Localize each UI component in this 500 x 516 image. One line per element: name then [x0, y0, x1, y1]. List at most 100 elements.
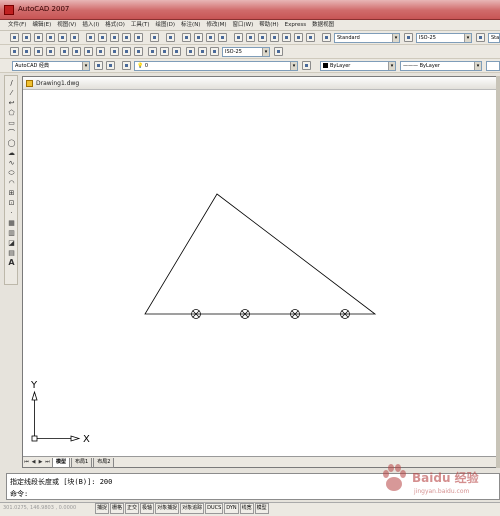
menu-edit[interactable]: 编辑(E) — [29, 20, 54, 31]
drawing-canvas[interactable]: Y X — [23, 90, 499, 454]
aligned-dim-icon[interactable] — [22, 47, 31, 56]
zoom-previous-icon[interactable] — [218, 33, 227, 42]
menu-window[interactable]: 窗口(W) — [230, 20, 257, 31]
center-mark-icon[interactable] — [172, 47, 181, 56]
radius-dim-icon[interactable] — [60, 47, 69, 56]
point-icon[interactable]: · — [7, 209, 16, 217]
leader-icon[interactable] — [148, 47, 157, 56]
cut-icon[interactable] — [86, 33, 95, 42]
spline-icon[interactable]: ∿ — [7, 159, 16, 167]
publish-icon[interactable] — [70, 33, 79, 42]
polar-toggle[interactable]: 极轴 — [140, 503, 155, 514]
tab-layout2[interactable]: 布局2 — [93, 458, 115, 468]
tab-model[interactable]: 模型 — [52, 458, 71, 468]
revision-cloud-icon[interactable]: ☁ — [7, 149, 16, 157]
new-file-icon[interactable] — [10, 33, 19, 42]
menu-express[interactable]: Express — [282, 20, 309, 31]
insert-block-icon[interactable]: ⊞ — [7, 189, 16, 197]
linetype-select[interactable]: ——— ByLayer ▾ — [400, 61, 482, 71]
menu-help[interactable]: 帮助(H) — [256, 20, 281, 31]
gradient-icon[interactable]: ▥ — [7, 229, 16, 237]
jogged-dim-icon[interactable] — [72, 47, 81, 56]
triangle-shape[interactable] — [144, 193, 377, 315]
save-icon[interactable] — [34, 33, 43, 42]
block-editor-icon[interactable] — [134, 33, 143, 42]
linear-dim-icon[interactable] — [10, 47, 19, 56]
polygon-icon[interactable]: ⬠ — [7, 109, 16, 117]
ellipse-icon[interactable]: ⬭ — [7, 169, 16, 177]
lineweight-select[interactable] — [486, 61, 500, 71]
design-center-icon[interactable] — [246, 33, 255, 42]
menu-format[interactable]: 格式(O) — [102, 20, 128, 31]
layer-select[interactable]: 💡 0 ▾ — [134, 61, 298, 71]
color-select[interactable]: ByLayer ▾ — [320, 61, 396, 71]
menu-modify[interactable]: 修改(M) — [203, 20, 229, 31]
quick-dim-icon[interactable] — [110, 47, 119, 56]
multiline-text-icon[interactable]: A — [7, 259, 16, 267]
table-icon[interactable]: ▤ — [7, 249, 16, 257]
menu-dimension[interactable]: 标注(N) — [178, 20, 203, 31]
lineweight-toggle[interactable]: 线宽 — [239, 503, 254, 514]
pan-icon[interactable] — [182, 33, 191, 42]
arc-icon[interactable]: ⌒ — [7, 129, 16, 137]
menu-data-view[interactable]: 数据视图 — [309, 20, 337, 31]
dimension-style-icon[interactable] — [274, 47, 283, 56]
last-tab-icon[interactable]: ⏭ — [44, 457, 51, 467]
osnap-toggle[interactable]: 对象捕捉 — [155, 503, 180, 514]
table-style-select[interactable]: Standard — [488, 33, 500, 43]
ordinate-dim-icon[interactable] — [46, 47, 55, 56]
dim-update-icon[interactable] — [210, 47, 219, 56]
dim-style-select-2[interactable]: ISO-25 ▾ — [222, 47, 270, 57]
ellipse-arc-icon[interactable]: ◠ — [7, 179, 16, 187]
snap-toggle[interactable]: 捕捉 — [95, 503, 110, 514]
text-style-select[interactable]: Standard ▾ — [334, 33, 400, 43]
layer-manager-icon[interactable] — [106, 61, 115, 70]
arc-length-icon[interactable] — [34, 47, 43, 56]
print-preview-icon[interactable] — [58, 33, 67, 42]
paste-icon[interactable] — [110, 33, 119, 42]
help-icon[interactable] — [306, 33, 315, 42]
model-toggle[interactable]: 模型 — [254, 503, 269, 514]
dim-text-edit-icon[interactable] — [198, 47, 207, 56]
undo-icon[interactable] — [150, 33, 159, 42]
region-icon[interactable]: ◪ — [7, 239, 16, 247]
diameter-dim-icon[interactable] — [84, 47, 93, 56]
prev-tab-icon[interactable]: ◀ — [30, 457, 37, 467]
tab-layout1[interactable]: 布局1 — [71, 458, 93, 468]
layer-state-icon[interactable] — [122, 61, 131, 70]
ortho-toggle[interactable]: 正交 — [125, 503, 140, 514]
menu-draw[interactable]: 绘图(D) — [153, 20, 179, 31]
open-file-icon[interactable] — [22, 33, 31, 42]
tolerance-icon[interactable] — [160, 47, 169, 56]
next-tab-icon[interactable]: ▶ — [37, 457, 44, 467]
dim-style-select[interactable]: ISO-25 ▾ — [416, 33, 472, 43]
menu-tools[interactable]: 工具(T) — [128, 20, 153, 31]
construction-line-icon[interactable]: ⁄ — [7, 89, 16, 97]
menu-file[interactable]: 文件(F) — [0, 20, 29, 31]
print-icon[interactable] — [46, 33, 55, 42]
dim-edit-icon[interactable] — [186, 47, 195, 56]
otrack-toggle[interactable]: 对象追踪 — [180, 503, 205, 514]
continue-dim-icon[interactable] — [134, 47, 143, 56]
make-block-icon[interactable]: ⊡ — [7, 199, 16, 207]
zoom-realtime-icon[interactable] — [194, 33, 203, 42]
match-properties-icon[interactable] — [122, 33, 131, 42]
workspace-select[interactable]: AutoCAD 经典 ▾ — [12, 61, 90, 71]
first-tab-icon[interactable]: ⏮ — [23, 457, 30, 467]
grid-toggle[interactable]: 栅格 — [110, 503, 125, 514]
zoom-window-icon[interactable] — [206, 33, 215, 42]
line-icon[interactable]: / — [7, 79, 16, 87]
menu-insert[interactable]: 插入(I) — [79, 20, 102, 31]
angular-dim-icon[interactable] — [96, 47, 105, 56]
sheet-set-icon[interactable] — [270, 33, 279, 42]
hatch-icon[interactable]: ▦ — [7, 219, 16, 227]
properties-icon[interactable] — [234, 33, 243, 42]
tool-palettes-icon[interactable] — [258, 33, 267, 42]
rectangle-icon[interactable]: ▭ — [7, 119, 16, 127]
quickcalc-icon[interactable] — [294, 33, 303, 42]
workspace-settings-icon[interactable] — [94, 61, 103, 70]
dyn-toggle[interactable]: DYN — [224, 503, 239, 514]
circle-icon[interactable]: ◯ — [7, 139, 16, 147]
polyline-icon[interactable]: ↩ — [7, 99, 16, 107]
make-current-layer-icon[interactable] — [302, 61, 311, 70]
